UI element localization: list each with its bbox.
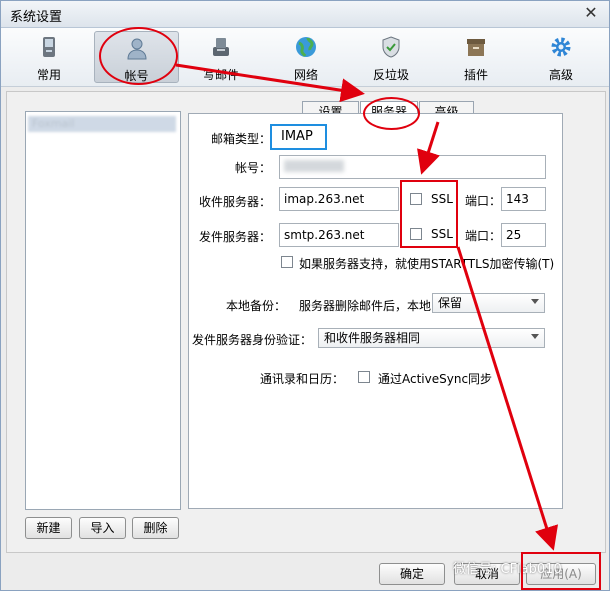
arrow-to-server-tab: [175, 63, 365, 103]
settings-window: 系统设置 ✕ 常用 帐号 写邮件 网络 反垃圾 插件 高级 Foxmail 新建…: [0, 0, 610, 591]
arrow-to-ssl: [417, 121, 440, 175]
arrow-to-apply: [456, 246, 559, 551]
annotation-arrows: [175, 63, 559, 551]
